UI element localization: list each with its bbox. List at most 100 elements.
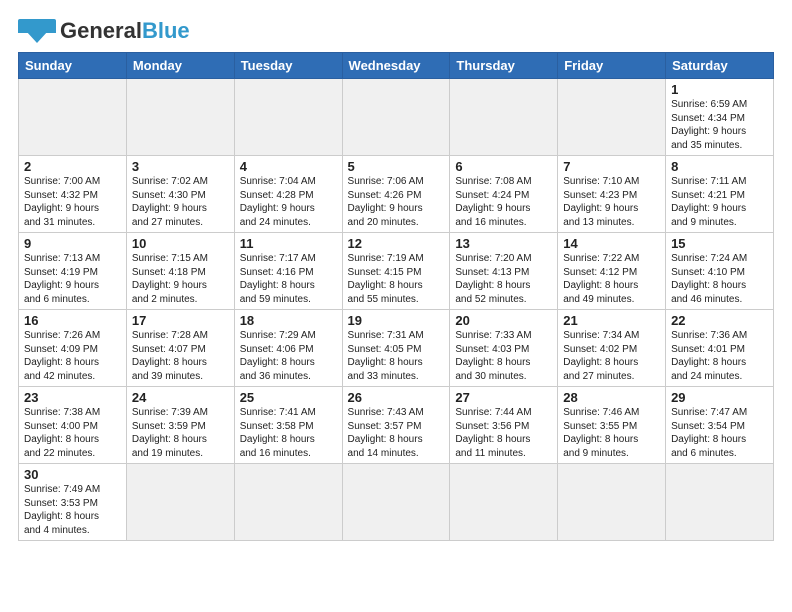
calendar-cell: 17Sunrise: 7:28 AM Sunset: 4:07 PM Dayli… [126,310,234,387]
day-number: 7 [563,159,660,174]
day-info: Sunrise: 7:00 AM Sunset: 4:32 PM Dayligh… [24,175,121,229]
day-info: Sunrise: 7:41 AM Sunset: 3:58 PM Dayligh… [240,406,337,460]
calendar-cell: 11Sunrise: 7:17 AM Sunset: 4:16 PM Dayli… [234,233,342,310]
calendar-cell: 25Sunrise: 7:41 AM Sunset: 3:58 PM Dayli… [234,387,342,464]
col-header-saturday: Saturday [666,53,774,79]
day-info: Sunrise: 7:33 AM Sunset: 4:03 PM Dayligh… [455,329,552,383]
day-info: Sunrise: 7:11 AM Sunset: 4:21 PM Dayligh… [671,175,768,229]
day-info: Sunrise: 7:24 AM Sunset: 4:10 PM Dayligh… [671,252,768,306]
day-info: Sunrise: 6:59 AM Sunset: 4:34 PM Dayligh… [671,98,768,152]
calendar-cell [558,79,666,156]
calendar-cell: 2Sunrise: 7:00 AM Sunset: 4:32 PM Daylig… [19,156,127,233]
day-info: Sunrise: 7:13 AM Sunset: 4:19 PM Dayligh… [24,252,121,306]
day-number: 2 [24,159,121,174]
day-number: 8 [671,159,768,174]
day-info: Sunrise: 7:34 AM Sunset: 4:02 PM Dayligh… [563,329,660,383]
day-number: 30 [24,467,121,482]
calendar-week-4: 16Sunrise: 7:26 AM Sunset: 4:09 PM Dayli… [19,310,774,387]
calendar-cell: 13Sunrise: 7:20 AM Sunset: 4:13 PM Dayli… [450,233,558,310]
day-info: Sunrise: 7:39 AM Sunset: 3:59 PM Dayligh… [132,406,229,460]
calendar-cell: 18Sunrise: 7:29 AM Sunset: 4:06 PM Dayli… [234,310,342,387]
calendar-cell [234,79,342,156]
day-info: Sunrise: 7:28 AM Sunset: 4:07 PM Dayligh… [132,329,229,383]
calendar-cell: 30Sunrise: 7:49 AM Sunset: 3:53 PM Dayli… [19,464,127,541]
calendar-week-2: 2Sunrise: 7:00 AM Sunset: 4:32 PM Daylig… [19,156,774,233]
day-number: 29 [671,390,768,405]
day-info: Sunrise: 7:31 AM Sunset: 4:05 PM Dayligh… [348,329,445,383]
calendar-week-5: 23Sunrise: 7:38 AM Sunset: 4:00 PM Dayli… [19,387,774,464]
day-info: Sunrise: 7:47 AM Sunset: 3:54 PM Dayligh… [671,406,768,460]
day-info: Sunrise: 7:29 AM Sunset: 4:06 PM Dayligh… [240,329,337,383]
calendar-cell: 22Sunrise: 7:36 AM Sunset: 4:01 PM Dayli… [666,310,774,387]
day-info: Sunrise: 7:26 AM Sunset: 4:09 PM Dayligh… [24,329,121,383]
day-number: 9 [24,236,121,251]
calendar-cell: 26Sunrise: 7:43 AM Sunset: 3:57 PM Dayli… [342,387,450,464]
logo: GeneralBlue [18,18,190,44]
day-number: 12 [348,236,445,251]
calendar-week-1: 1Sunrise: 6:59 AM Sunset: 4:34 PM Daylig… [19,79,774,156]
day-number: 6 [455,159,552,174]
calendar-cell: 28Sunrise: 7:46 AM Sunset: 3:55 PM Dayli… [558,387,666,464]
calendar-cell: 8Sunrise: 7:11 AM Sunset: 4:21 PM Daylig… [666,156,774,233]
calendar-cell [342,79,450,156]
calendar-cell: 6Sunrise: 7:08 AM Sunset: 4:24 PM Daylig… [450,156,558,233]
day-number: 11 [240,236,337,251]
day-number: 19 [348,313,445,328]
col-header-monday: Monday [126,53,234,79]
calendar-cell [234,464,342,541]
col-header-sunday: Sunday [19,53,127,79]
col-header-wednesday: Wednesday [342,53,450,79]
calendar-cell: 1Sunrise: 6:59 AM Sunset: 4:34 PM Daylig… [666,79,774,156]
calendar-cell: 24Sunrise: 7:39 AM Sunset: 3:59 PM Dayli… [126,387,234,464]
calendar-cell: 12Sunrise: 7:19 AM Sunset: 4:15 PM Dayli… [342,233,450,310]
day-number: 5 [348,159,445,174]
logo-general: General [60,18,142,43]
day-number: 1 [671,82,768,97]
calendar-cell: 10Sunrise: 7:15 AM Sunset: 4:18 PM Dayli… [126,233,234,310]
calendar-cell: 5Sunrise: 7:06 AM Sunset: 4:26 PM Daylig… [342,156,450,233]
day-number: 18 [240,313,337,328]
col-header-tuesday: Tuesday [234,53,342,79]
calendar-cell [19,79,127,156]
day-number: 25 [240,390,337,405]
calendar-cell [450,464,558,541]
calendar-cell: 7Sunrise: 7:10 AM Sunset: 4:23 PM Daylig… [558,156,666,233]
calendar-week-3: 9Sunrise: 7:13 AM Sunset: 4:19 PM Daylig… [19,233,774,310]
day-number: 24 [132,390,229,405]
calendar-cell: 3Sunrise: 7:02 AM Sunset: 4:30 PM Daylig… [126,156,234,233]
day-info: Sunrise: 7:02 AM Sunset: 4:30 PM Dayligh… [132,175,229,229]
day-number: 27 [455,390,552,405]
day-info: Sunrise: 7:36 AM Sunset: 4:01 PM Dayligh… [671,329,768,383]
calendar-header-row: SundayMondayTuesdayWednesdayThursdayFrid… [19,53,774,79]
logo-blue: Blue [142,18,190,43]
day-number: 4 [240,159,337,174]
day-info: Sunrise: 7:15 AM Sunset: 4:18 PM Dayligh… [132,252,229,306]
day-info: Sunrise: 7:38 AM Sunset: 4:00 PM Dayligh… [24,406,121,460]
day-info: Sunrise: 7:43 AM Sunset: 3:57 PM Dayligh… [348,406,445,460]
calendar-cell: 15Sunrise: 7:24 AM Sunset: 4:10 PM Dayli… [666,233,774,310]
day-number: 20 [455,313,552,328]
day-number: 23 [24,390,121,405]
day-info: Sunrise: 7:06 AM Sunset: 4:26 PM Dayligh… [348,175,445,229]
day-info: Sunrise: 7:08 AM Sunset: 4:24 PM Dayligh… [455,175,552,229]
calendar-cell: 9Sunrise: 7:13 AM Sunset: 4:19 PM Daylig… [19,233,127,310]
day-number: 22 [671,313,768,328]
calendar-cell [126,464,234,541]
calendar-week-6: 30Sunrise: 7:49 AM Sunset: 3:53 PM Dayli… [19,464,774,541]
calendar-cell: 4Sunrise: 7:04 AM Sunset: 4:28 PM Daylig… [234,156,342,233]
day-number: 21 [563,313,660,328]
calendar-cell [450,79,558,156]
day-number: 10 [132,236,229,251]
calendar-cell: 27Sunrise: 7:44 AM Sunset: 3:56 PM Dayli… [450,387,558,464]
day-info: Sunrise: 7:49 AM Sunset: 3:53 PM Dayligh… [24,483,121,537]
col-header-friday: Friday [558,53,666,79]
calendar-cell: 23Sunrise: 7:38 AM Sunset: 4:00 PM Dayli… [19,387,127,464]
day-number: 15 [671,236,768,251]
day-number: 14 [563,236,660,251]
day-info: Sunrise: 7:10 AM Sunset: 4:23 PM Dayligh… [563,175,660,229]
day-number: 26 [348,390,445,405]
day-number: 13 [455,236,552,251]
calendar-cell: 21Sunrise: 7:34 AM Sunset: 4:02 PM Dayli… [558,310,666,387]
day-number: 16 [24,313,121,328]
calendar-cell [666,464,774,541]
